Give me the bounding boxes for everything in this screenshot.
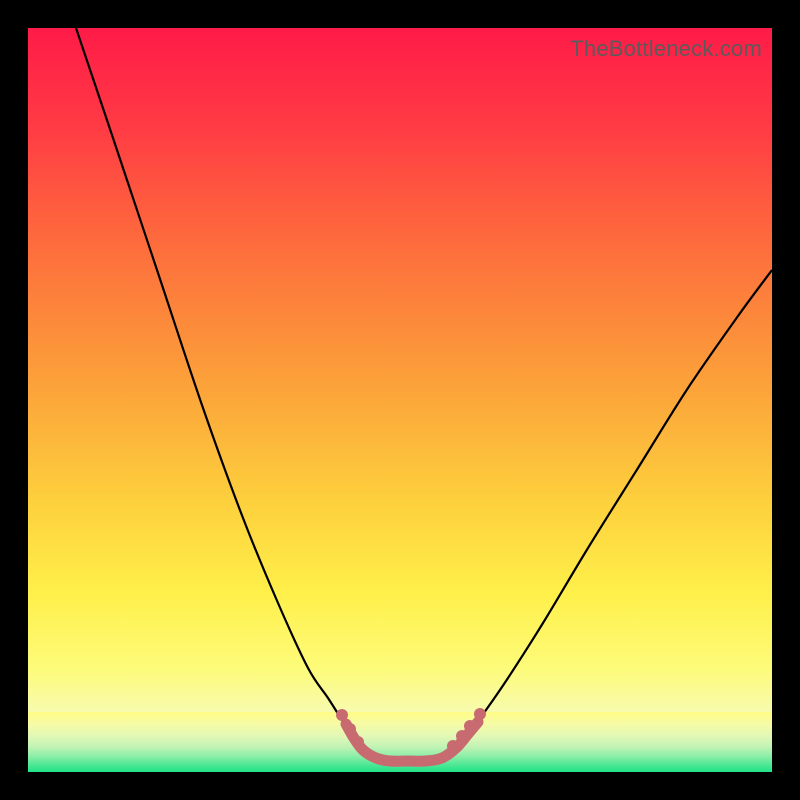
gradient-background <box>28 28 772 772</box>
plot-frame: TheBottleneck.com <box>28 28 772 772</box>
gradient-bottom-bands <box>28 712 772 772</box>
